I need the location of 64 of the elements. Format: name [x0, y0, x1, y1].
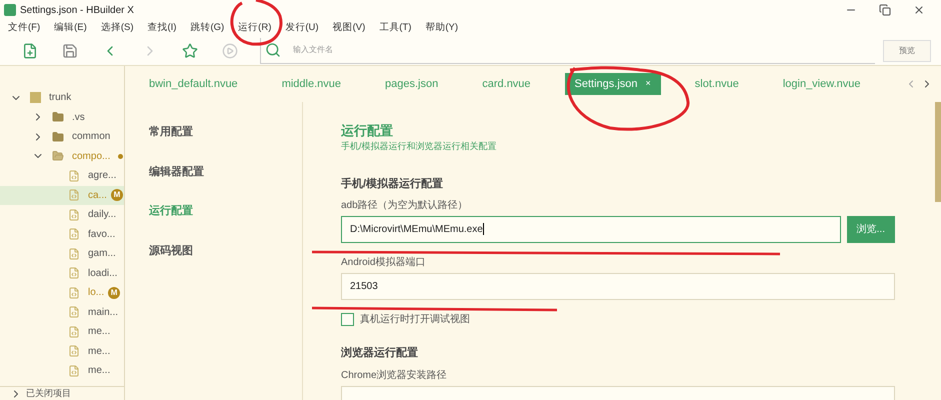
tree-item[interactable]: me...	[88, 344, 110, 359]
menu-item[interactable]: 跳转(G)	[190, 20, 224, 36]
menu-item[interactable]: 选择(S)	[100, 20, 134, 36]
file-icon	[68, 364, 80, 377]
section-title: 手机/模拟器运行配置	[341, 176, 444, 192]
modified-badge: M	[108, 286, 120, 299]
star-icon[interactable]	[182, 42, 198, 58]
menu-item[interactable]: 编辑(E)	[54, 20, 87, 36]
input-field[interactable]: D:\Microvirt\MEmu\MEmu.exe	[341, 216, 841, 243]
project-icon	[30, 92, 41, 104]
folder-icon	[52, 130, 64, 143]
menu-item[interactable]: 查找(I)	[147, 20, 176, 36]
preview-button[interactable]: 预览	[883, 40, 931, 62]
file-icon	[68, 326, 80, 338]
search-icon	[265, 42, 281, 58]
file-icon	[68, 345, 80, 358]
folder-icon	[52, 150, 64, 162]
menu-item[interactable]: 发行(U)	[285, 20, 319, 36]
settings-nav-item[interactable]: 源码视图	[149, 242, 302, 259]
input-field[interactable]: 21503	[341, 273, 895, 300]
tree-item[interactable]: common	[72, 129, 110, 144]
file-icon	[68, 170, 80, 182]
tree-section-title[interactable]: 已关闭项目	[26, 389, 71, 398]
checkbox-label: 真机运行时打开调试视图	[360, 312, 470, 327]
window-title: Settings.json - HBuilder X	[20, 4, 134, 18]
file-icon	[68, 208, 80, 221]
file-icon	[68, 286, 80, 299]
scrollbar-thumb[interactable]	[935, 102, 941, 202]
save-icon[interactable]	[62, 42, 78, 58]
tree-item[interactable]: me...	[88, 324, 110, 340]
file-icon	[68, 306, 80, 318]
tree-item[interactable]: gam...	[88, 246, 116, 262]
page-title: 运行配置	[341, 124, 394, 137]
menu-item[interactable]: 工具(T)	[379, 20, 412, 36]
menu-item[interactable]: 帮助(Y)	[425, 20, 458, 36]
file-icon	[68, 228, 80, 240]
checkbox[interactable]	[341, 313, 354, 326]
modified-badge: M	[110, 189, 123, 202]
settings-nav-item[interactable]: 编辑器配置	[149, 164, 302, 180]
menu-item[interactable]: 文件(F)	[8, 20, 40, 36]
file-icon	[68, 248, 80, 260]
menu-item[interactable]: 运行(R)	[238, 20, 272, 36]
page-subtitle: 手机/模拟器运行和浏览器运行相关配置	[341, 140, 498, 153]
new-file-icon[interactable]	[22, 42, 38, 58]
menu-item[interactable]: 视图(V)	[332, 20, 366, 36]
close-icon[interactable]	[913, 4, 925, 16]
folder-icon	[52, 111, 64, 124]
field-label: adb路径（为空为默认路径）	[341, 198, 469, 213]
file-icon	[68, 267, 80, 280]
tree-item[interactable]: daily...	[88, 207, 116, 222]
tree-item[interactable]: main...	[88, 304, 118, 320]
section-title: 浏览器运行配置	[341, 346, 419, 361]
tree-item[interactable]: favo...	[88, 226, 116, 242]
settings-nav-item[interactable]: 常用配置	[149, 124, 302, 140]
field-label: Android模拟器端口	[341, 256, 426, 270]
restore-icon[interactable]	[879, 4, 891, 16]
tree-item[interactable]: loadi...	[88, 266, 118, 281]
tree-item[interactable]: me...	[88, 363, 110, 378]
field-label: Chrome浏览器安装路径	[341, 368, 448, 382]
tree-item[interactable]: .vs	[72, 110, 85, 125]
tree-item[interactable]: agre...	[88, 168, 116, 184]
file-icon	[68, 189, 80, 202]
tree-item[interactable]: trunk	[49, 90, 72, 106]
app-logo-icon	[4, 4, 16, 16]
